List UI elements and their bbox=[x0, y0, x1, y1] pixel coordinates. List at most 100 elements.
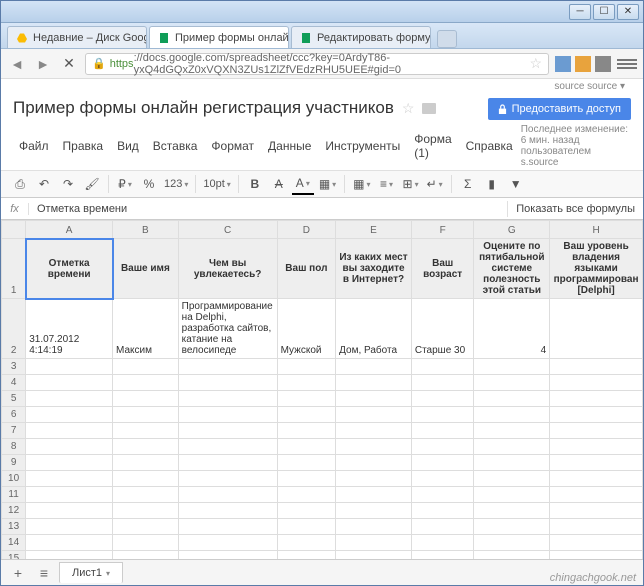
extension-icon[interactable] bbox=[575, 56, 591, 72]
cell[interactable] bbox=[550, 455, 643, 471]
cell[interactable] bbox=[277, 455, 336, 471]
cell[interactable] bbox=[474, 503, 550, 519]
cell[interactable] bbox=[336, 391, 412, 407]
cell[interactable] bbox=[178, 519, 277, 535]
menu-insert[interactable]: Вставка bbox=[147, 136, 204, 156]
align-button[interactable]: ≡ bbox=[376, 173, 398, 195]
extension-icon[interactable] bbox=[555, 56, 571, 72]
row-header[interactable]: 2 bbox=[2, 299, 26, 359]
cell[interactable] bbox=[277, 535, 336, 551]
cell[interactable] bbox=[277, 487, 336, 503]
bold-button[interactable]: B bbox=[244, 173, 266, 195]
browser-tab[interactable]: Редактировать форму – П × bbox=[291, 26, 431, 48]
all-sheets-button[interactable]: ≡ bbox=[33, 563, 55, 583]
chart-button[interactable]: ▮ bbox=[481, 173, 503, 195]
row-header[interactable]: 10 bbox=[2, 471, 26, 487]
column-header[interactable]: C bbox=[178, 221, 277, 239]
cell[interactable] bbox=[26, 487, 113, 503]
row-header[interactable]: 15 bbox=[2, 551, 26, 560]
cell[interactable] bbox=[411, 423, 474, 439]
address-bar[interactable]: 🔒 https://docs.google.com/spreadsheet/cc… bbox=[85, 53, 549, 75]
cell[interactable] bbox=[26, 503, 113, 519]
menu-file[interactable]: Файл bbox=[13, 136, 55, 156]
row-header[interactable]: 5 bbox=[2, 391, 26, 407]
cell[interactable] bbox=[178, 471, 277, 487]
cell[interactable] bbox=[277, 423, 336, 439]
star-icon[interactable]: ☆ bbox=[402, 100, 415, 117]
cell[interactable] bbox=[26, 407, 113, 423]
cell[interactable] bbox=[411, 439, 474, 455]
cell[interactable] bbox=[277, 391, 336, 407]
strikethrough-button[interactable]: A bbox=[268, 173, 290, 195]
cell[interactable] bbox=[474, 487, 550, 503]
cell[interactable] bbox=[113, 519, 179, 535]
currency-button[interactable]: ₽ bbox=[114, 173, 136, 195]
cell[interactable] bbox=[411, 407, 474, 423]
cell[interactable] bbox=[550, 503, 643, 519]
cell[interactable]: Оцените по пятибальной системе полезност… bbox=[474, 239, 550, 299]
browser-tab[interactable]: Пример формы онлайн рег × bbox=[149, 26, 289, 48]
select-all-corner[interactable] bbox=[2, 221, 26, 239]
cell[interactable] bbox=[474, 455, 550, 471]
row-header[interactable]: 14 bbox=[2, 535, 26, 551]
cell[interactable] bbox=[178, 407, 277, 423]
cell[interactable] bbox=[550, 535, 643, 551]
formula-input[interactable]: Отметка времени bbox=[29, 203, 507, 215]
cell[interactable] bbox=[336, 519, 412, 535]
cell[interactable] bbox=[474, 551, 550, 560]
cell[interactable] bbox=[336, 423, 412, 439]
cell[interactable] bbox=[550, 407, 643, 423]
row-header[interactable]: 1 bbox=[2, 239, 26, 299]
cell[interactable] bbox=[550, 471, 643, 487]
cell[interactable] bbox=[178, 439, 277, 455]
cell[interactable] bbox=[336, 359, 412, 375]
fill-color-button[interactable]: ▦ bbox=[316, 173, 339, 195]
browser-menu-button[interactable] bbox=[617, 54, 637, 74]
window-maximize-button[interactable]: ☐ bbox=[593, 4, 615, 20]
cell[interactable] bbox=[550, 423, 643, 439]
cell[interactable] bbox=[411, 503, 474, 519]
add-sheet-button[interactable]: + bbox=[7, 563, 29, 583]
menu-edit[interactable]: Правка bbox=[57, 136, 110, 156]
print-button[interactable]: ⎙ bbox=[9, 173, 31, 195]
cell[interactable] bbox=[411, 375, 474, 391]
cell[interactable] bbox=[178, 535, 277, 551]
cell[interactable] bbox=[26, 455, 113, 471]
cell[interactable] bbox=[277, 551, 336, 560]
cell[interactable] bbox=[474, 407, 550, 423]
cell[interactable] bbox=[26, 375, 113, 391]
cell[interactable]: Ваше имя bbox=[113, 239, 179, 299]
menu-view[interactable]: Вид bbox=[111, 136, 145, 156]
cell[interactable] bbox=[113, 439, 179, 455]
cell[interactable] bbox=[336, 551, 412, 560]
cell[interactable] bbox=[26, 423, 113, 439]
cell[interactable] bbox=[550, 439, 643, 455]
cell[interactable] bbox=[26, 359, 113, 375]
cell[interactable] bbox=[277, 439, 336, 455]
row-header[interactable]: 6 bbox=[2, 407, 26, 423]
cell[interactable] bbox=[113, 471, 179, 487]
cell[interactable] bbox=[411, 455, 474, 471]
cell[interactable] bbox=[411, 487, 474, 503]
cell[interactable] bbox=[550, 375, 643, 391]
browser-tab[interactable]: Недавние – Диск Google × bbox=[7, 26, 147, 48]
column-header[interactable]: F bbox=[411, 221, 474, 239]
column-header[interactable]: G bbox=[474, 221, 550, 239]
cell[interactable] bbox=[336, 503, 412, 519]
cell[interactable] bbox=[178, 487, 277, 503]
cell[interactable]: Чем вы увлекаетесь? bbox=[178, 239, 277, 299]
cell[interactable] bbox=[178, 375, 277, 391]
cell[interactable] bbox=[113, 375, 179, 391]
cell[interactable] bbox=[474, 359, 550, 375]
cell[interactable] bbox=[113, 455, 179, 471]
cell[interactable] bbox=[411, 551, 474, 560]
menu-help[interactable]: Справка bbox=[460, 136, 519, 156]
cell[interactable] bbox=[113, 551, 179, 560]
cell[interactable]: Максим bbox=[113, 299, 179, 359]
cell[interactable] bbox=[26, 471, 113, 487]
cell[interactable] bbox=[336, 439, 412, 455]
cell[interactable] bbox=[550, 359, 643, 375]
cell[interactable] bbox=[411, 535, 474, 551]
cell[interactable]: Мужской bbox=[277, 299, 336, 359]
menu-form[interactable]: Форма (1) bbox=[408, 129, 457, 163]
